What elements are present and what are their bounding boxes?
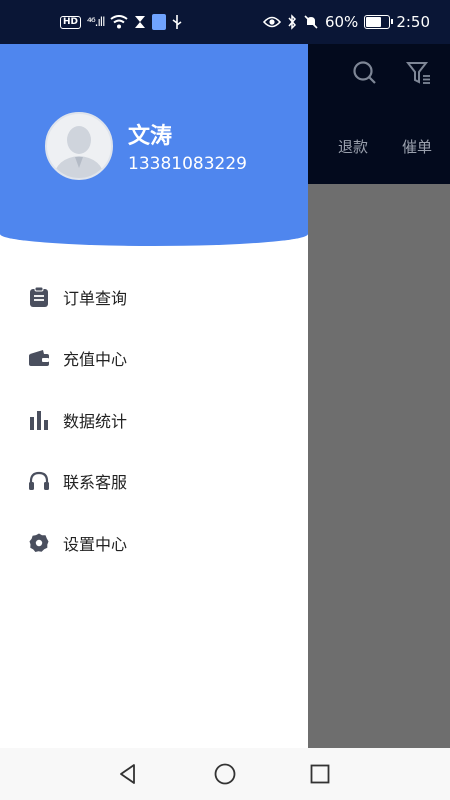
headset-icon: [28, 470, 50, 492]
default-user-avatar-icon: [53, 126, 105, 178]
wifi-icon: [110, 15, 129, 29]
status-bar-right: 60% 2:50: [262, 0, 430, 44]
menu-label: 订单查询: [63, 288, 128, 308]
drawer-menu: 订单查询 充值中心 数据统计 联系客服 设置中心: [0, 266, 308, 574]
battery-fill: [366, 17, 381, 27]
menu-label: 设置中心: [63, 534, 128, 554]
bluetooth-icon: [288, 14, 296, 30]
drawer-scrim[interactable]: [308, 184, 450, 748]
menu-item-recharge[interactable]: 充值中心: [0, 328, 308, 390]
eye-icon: [262, 16, 281, 28]
filter-icon[interactable]: [406, 60, 432, 86]
background-header: 退款 催单: [308, 44, 450, 184]
app-notification-icon: [152, 14, 167, 30]
battery-percent: 60%: [324, 13, 359, 31]
user-phone: 13381083229: [128, 154, 247, 174]
avatar[interactable]: [45, 112, 113, 180]
search-icon[interactable]: [352, 60, 378, 86]
battery-icon: [364, 15, 394, 29]
usb-icon: [172, 15, 182, 29]
menu-item-customer-service[interactable]: 联系客服: [0, 451, 308, 513]
clipboard-icon: [28, 286, 50, 308]
tab-urge[interactable]: 催单: [402, 136, 432, 157]
hourglass-icon: [135, 16, 146, 28]
settings-gear-icon: [28, 532, 50, 554]
menu-item-statistics[interactable]: 数据统计: [0, 389, 308, 451]
menu-label: 联系客服: [63, 473, 128, 493]
menu-label: 数据统计: [63, 411, 128, 431]
mute-icon: [304, 15, 318, 29]
system-navigation-bar: [0, 748, 450, 800]
home-icon[interactable]: [213, 762, 237, 786]
menu-item-order-query[interactable]: 订单查询: [0, 266, 308, 328]
wallet-icon: [28, 347, 50, 369]
bar-chart-icon: [28, 409, 50, 431]
recents-icon[interactable]: [308, 762, 332, 786]
menu-label: 充值中心: [63, 350, 128, 370]
back-icon[interactable]: [116, 762, 140, 786]
user-name: 文涛: [128, 124, 173, 149]
menu-item-settings[interactable]: 设置中心: [0, 512, 308, 574]
clock: 2:50: [396, 13, 430, 31]
status-bar: HD ⁴⁶.ıll 60% 2:50: [0, 0, 450, 44]
status-bar-left: HD ⁴⁶.ıll: [60, 0, 182, 44]
tab-refund[interactable]: 退款: [338, 136, 368, 157]
hd-badge: HD: [60, 15, 82, 29]
profile-header: 文涛 13381083229: [0, 44, 308, 246]
navigation-drawer: 文涛 13381083229 订单查询 充值中心 数据统计 联系客服 设置中心: [0, 44, 308, 748]
cellular-signal: ⁴⁶.ıll: [87, 15, 105, 29]
